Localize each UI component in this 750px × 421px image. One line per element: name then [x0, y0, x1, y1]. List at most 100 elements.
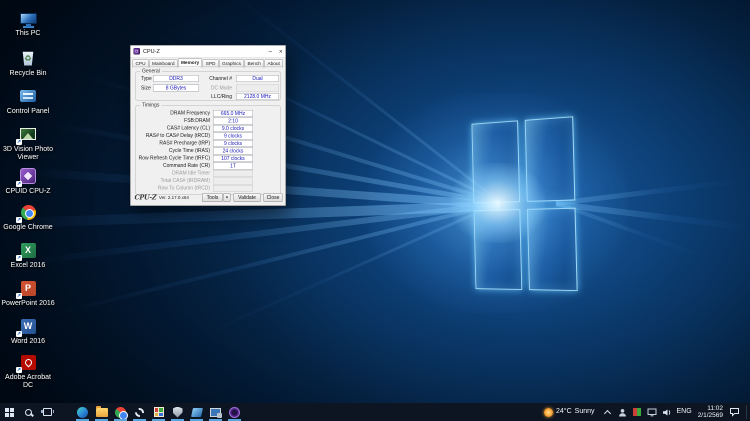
- task-view-button[interactable]: [38, 403, 57, 421]
- show-desktop-button[interactable]: [746, 405, 747, 419]
- timing-row: FSB:DRAM 2:10: [136, 118, 280, 126]
- taskbar-clock[interactable]: 11:02 2/1/2569: [696, 405, 725, 420]
- taskbar-3d-vision[interactable]: [187, 403, 206, 421]
- timing-row: Cycle Time (tRAS) 24 clocks: [136, 148, 280, 156]
- timing-label: Row To Column (tRCD): [158, 186, 210, 192]
- desktop-icon-control-panel[interactable]: Control Panel: [0, 86, 56, 116]
- desktop-wallpaper: This PC ♻ Recycle Bin Control Panel ↗ 3D…: [0, 0, 750, 403]
- monitor-icon: [647, 408, 657, 417]
- language-indicator[interactable]: ENG: [677, 408, 692, 416]
- taskbar-defender[interactable]: [168, 403, 187, 421]
- desktop-icon-3d-vision-photo-viewer[interactable]: ↗ 3D Vision Photo Viewer: [0, 124, 56, 162]
- timing-value: 9 clocks: [213, 140, 253, 147]
- shortcut-arrow-icon: ↗: [16, 367, 22, 373]
- timing-label: Cycle Time (tRAS): [169, 148, 210, 154]
- control-panel-icon: [17, 86, 39, 106]
- recycle-bin-icon: ♻: [17, 48, 39, 68]
- groupbox-title: General: [140, 69, 162, 75]
- taskbar-photo-app[interactable]: [149, 403, 168, 421]
- excel-icon: X↗: [17, 240, 39, 260]
- tray-user-icon-button[interactable]: [617, 406, 628, 418]
- timing-label: RAS# Precharge (tRP): [159, 141, 210, 147]
- timing-label: DRAM Idle Timer: [172, 171, 210, 177]
- timing-value: 107 clocks: [213, 155, 253, 162]
- close-button[interactable]: ×: [279, 48, 283, 55]
- taskbar-cpuz[interactable]: [225, 403, 244, 421]
- timing-row: RAS# to CAS# Delay (tRCD) 9 clocks: [136, 133, 280, 141]
- desktop-icon-excel[interactable]: X↗ Excel 2016: [0, 240, 56, 270]
- timing-label: DRAM Frequency: [170, 111, 210, 117]
- validate-button[interactable]: Validate: [234, 193, 261, 202]
- size-label: Size: [141, 86, 151, 92]
- weather-condition: Sunny: [575, 408, 595, 416]
- timing-row: CAS# Latency (CL) 9.0 clocks: [136, 125, 280, 133]
- minimize-button[interactable]: –: [269, 48, 272, 55]
- desktop-icon-word[interactable]: W↗ Word 2016: [0, 316, 56, 346]
- hidden-icons-button[interactable]: [602, 406, 613, 418]
- weather-temperature: 24°C: [556, 408, 572, 416]
- general-groupbox: General Type DDR3 Size 8 GBytes Channel …: [136, 72, 281, 101]
- tools-dropdown-button[interactable]: ▼: [224, 193, 231, 202]
- timing-value: [213, 170, 253, 177]
- taskbar: 24°C Sunny ENG 11:02 2/1/2569: [0, 403, 750, 421]
- action-center-button[interactable]: [729, 406, 740, 418]
- timing-label: RAS# to CAS# Delay (tRCD): [146, 133, 210, 139]
- tray-volume-button[interactable]: [662, 406, 673, 418]
- shortcut-arrow-icon: ↗: [16, 331, 22, 337]
- desktop-icon-google-chrome[interactable]: ↗ Google Chrome: [0, 202, 56, 232]
- search-button[interactable]: [19, 403, 38, 421]
- timing-value: 2:10: [213, 118, 253, 125]
- photo-viewer-icon: ↗: [17, 124, 39, 144]
- window-title: CPU-Z: [143, 48, 160, 54]
- shortcut-arrow-icon: ↗: [16, 293, 22, 299]
- tab-panel-border: [133, 67, 284, 68]
- cpuz-icon: [229, 407, 240, 418]
- timing-value: 9.0 clocks: [213, 125, 253, 132]
- timing-row: Row Refresh Cycle Time (tRFC) 107 clocks: [136, 155, 280, 163]
- close-window-button[interactable]: Close: [264, 193, 283, 202]
- desktop-icon-this-pc[interactable]: This PC: [0, 8, 56, 38]
- size-value: 8 GBytes: [153, 85, 199, 92]
- dc-mode-label: DC Mode: [211, 86, 232, 92]
- person-icon: [618, 408, 627, 417]
- taskbar-file-explorer[interactable]: [92, 403, 111, 421]
- timing-row: DRAM Idle Timer: [136, 170, 280, 178]
- start-button[interactable]: [0, 403, 19, 421]
- taskbar-settings[interactable]: [130, 403, 149, 421]
- photo-app-icon: [154, 407, 164, 417]
- windows-start-icon: [5, 408, 14, 417]
- desktop-icon-powerpoint[interactable]: P↗ PowerPoint 2016: [0, 278, 56, 308]
- timing-label: FSB:DRAM: [184, 118, 210, 124]
- version-text: Ver. 2.17.0.x64: [159, 195, 189, 200]
- timing-value: 24 clocks: [213, 148, 253, 155]
- tray-app-button[interactable]: [632, 406, 643, 418]
- weather-widget[interactable]: 24°C Sunny: [541, 408, 598, 417]
- groupbox-title: Timings: [140, 103, 161, 109]
- shortcut-arrow-icon: ↗: [16, 139, 22, 145]
- cpuz-icon: ↗: [17, 166, 39, 186]
- type-value: DDR3: [153, 75, 199, 82]
- timings-groupbox: Timings DRAM Frequency 665.0 MHz FSB:DRA…: [136, 106, 281, 195]
- timing-label: Total CAS# (tRDRAM): [161, 178, 210, 184]
- acrobat-icon: ↗: [17, 352, 39, 372]
- tools-button[interactable]: Tools: [202, 193, 223, 202]
- task-view-icon: [43, 408, 52, 416]
- desktop-icon-label: This PC: [16, 30, 41, 38]
- timing-value: [213, 185, 253, 192]
- desktop-icon-cpuid-cpuz[interactable]: ↗ CPUID CPU-Z: [0, 166, 56, 196]
- timing-value: [213, 178, 253, 185]
- desktop-icon-adobe-acrobat[interactable]: ↗ Adobe Acrobat DC: [0, 352, 56, 390]
- desktop-icon-recycle-bin[interactable]: ♻ Recycle Bin: [0, 48, 56, 78]
- tray-display-button[interactable]: [647, 406, 658, 418]
- desktop-icon-label: Adobe Acrobat DC: [1, 374, 55, 390]
- taskbar-system-tool[interactable]: [206, 403, 225, 421]
- taskbar-chrome[interactable]: [111, 403, 130, 421]
- timing-row: RAS# Precharge (tRP) 9 clocks: [136, 140, 280, 148]
- desktop-icon-label: PowerPoint 2016: [1, 300, 54, 308]
- search-icon: [25, 409, 32, 416]
- title-bar[interactable]: CPU-Z – ×: [131, 46, 286, 58]
- channel-value: Dual: [236, 75, 279, 82]
- word-icon: W↗: [17, 316, 39, 336]
- taskbar-edge[interactable]: [73, 403, 92, 421]
- speaker-icon: [662, 408, 672, 417]
